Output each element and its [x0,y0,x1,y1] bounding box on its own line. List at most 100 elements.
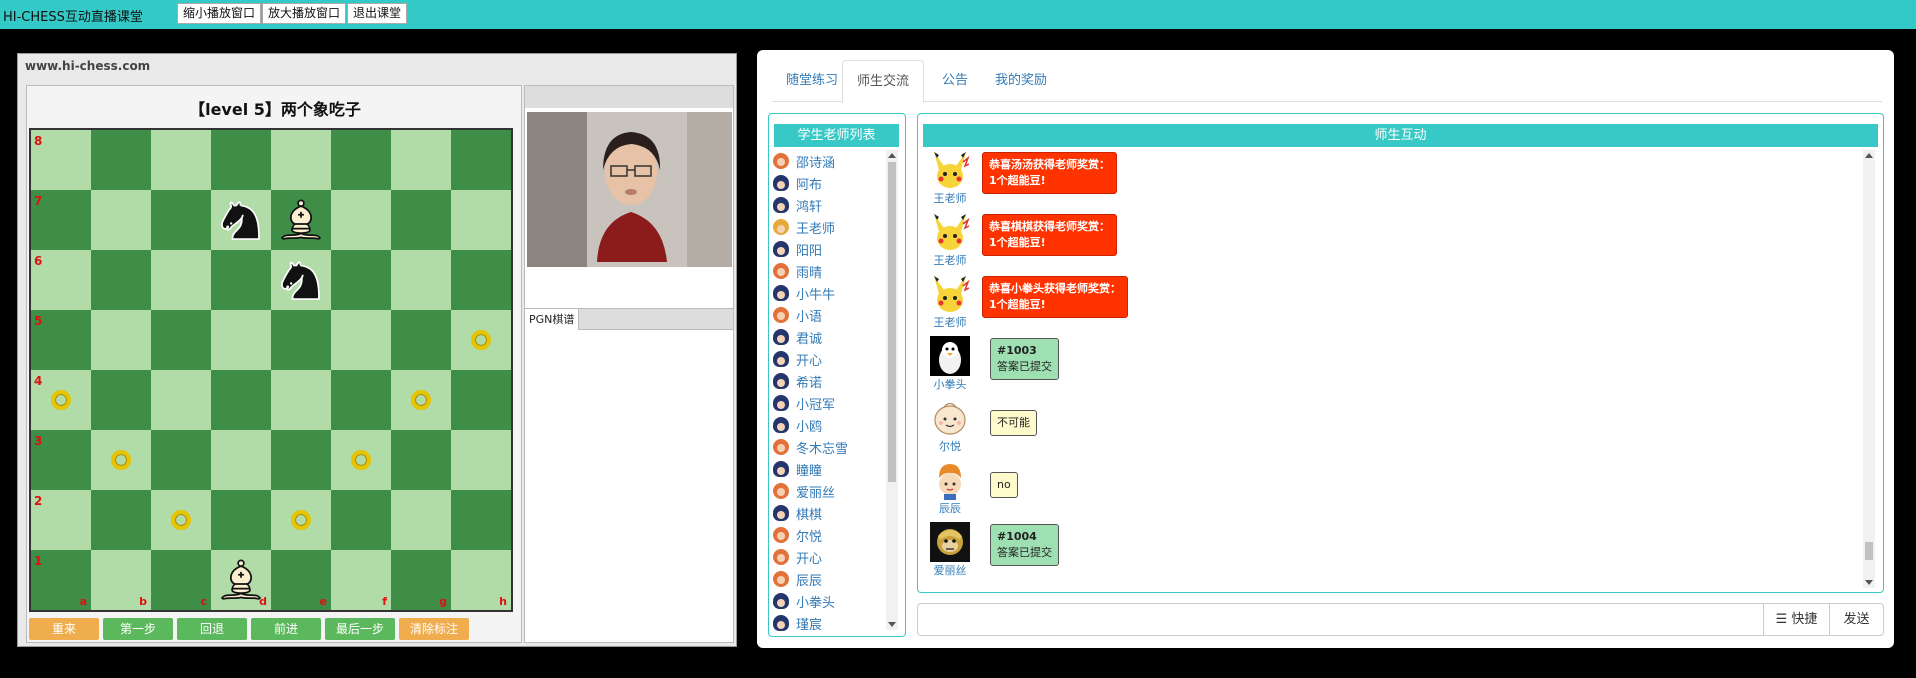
board-square-c7[interactable] [151,190,211,250]
board-square-f7[interactable] [331,190,391,250]
shrink-window-button[interactable]: 缩小播放窗口 [177,3,262,24]
member-list-item[interactable]: 雨晴 [773,260,881,282]
board-square-f8[interactable] [331,130,391,190]
board-square-e5[interactable] [271,310,331,370]
board-square-d4[interactable] [211,370,271,430]
board-square-e8[interactable] [271,130,331,190]
board-square-d3[interactable] [211,430,271,490]
first-move-button[interactable]: 第一步 [103,618,173,640]
chef-avatar-icon[interactable] [930,460,970,500]
target-marker-e2[interactable] [271,490,331,550]
board-square-c5[interactable] [151,310,211,370]
member-list-item[interactable]: 开心 [773,546,881,568]
board-square-f2[interactable] [331,490,391,550]
scrollbar-thumb[interactable] [888,162,896,482]
board-square-h7[interactable] [451,190,511,250]
member-list-item[interactable]: 阳阳 [773,238,881,260]
target-marker-h5[interactable] [451,310,511,370]
message-sender[interactable]: 爱丽丝 [926,562,974,578]
white-bishop-piece[interactable] [211,550,271,610]
scroll-down-icon[interactable] [888,622,896,627]
exit-classroom-button[interactable]: 退出课堂 [347,3,408,24]
member-list-item[interactable]: 冬木忘雪 [773,436,881,458]
quick-reply-button[interactable]: ☰ 快捷 [1763,604,1829,635]
tab-announcements[interactable]: 公告 [928,60,982,102]
member-list-item[interactable]: 瑾宸 [773,612,881,634]
board-square-d2[interactable] [211,490,271,550]
send-button[interactable]: 发送 [1829,604,1883,635]
pikachu-avatar-icon[interactable] [930,212,970,252]
restart-button[interactable]: 重来 [29,618,99,640]
board-square-c1[interactable]: c [151,550,211,610]
board-square-h6[interactable] [451,250,511,310]
member-list-scrollbar[interactable] [886,150,898,630]
member-list-item[interactable]: 瞳瞳 [773,458,881,480]
board-square-g2[interactable] [391,490,451,550]
scroll-down-icon[interactable] [1865,580,1873,585]
board-square-c4[interactable] [151,370,211,430]
board-square-d8[interactable] [211,130,271,190]
board-square-g3[interactable] [391,430,451,490]
board-square-a6[interactable]: 6 [31,250,91,310]
board-square-b1[interactable]: b [91,550,151,610]
board-square-b2[interactable] [91,490,151,550]
member-list-item[interactable]: 开心 [773,348,881,370]
message-sender[interactable]: 王老师 [926,190,974,206]
message-sender[interactable]: 王老师 [926,314,974,330]
tab-pgn[interactable]: PGN棋谱 [525,309,580,330]
board-square-h4[interactable] [451,370,511,430]
member-list-item[interactable]: 小鸥 [773,414,881,436]
last-move-button[interactable]: 最后一步 [325,618,395,640]
board-square-h3[interactable] [451,430,511,490]
target-marker-c2[interactable] [151,490,211,550]
member-list-item[interactable]: 小拳头 [773,590,881,612]
black-knight-piece[interactable] [271,250,331,310]
board-square-d5[interactable] [211,310,271,370]
board-square-g7[interactable] [391,190,451,250]
member-list-item[interactable]: 小牛牛 [773,282,881,304]
chat-scrollbar[interactable] [1863,150,1875,588]
member-list-item[interactable]: 鸿轩 [773,194,881,216]
chat-input[interactable] [918,604,1763,635]
member-list-item[interactable]: 尔悦 [773,524,881,546]
board-square-f6[interactable] [331,250,391,310]
back-button[interactable]: 回退 [177,618,247,640]
board-square-g8[interactable] [391,130,451,190]
member-list-item[interactable]: 王老师 [773,216,881,238]
board-square-d6[interactable] [211,250,271,310]
member-list-item[interactable]: 阿布 [773,172,881,194]
black-knight-piece[interactable] [211,190,271,250]
board-square-h2[interactable] [451,490,511,550]
target-marker-g4[interactable] [391,370,451,430]
board-square-b7[interactable] [91,190,151,250]
member-list-item[interactable]: 辰辰 [773,568,881,590]
tab-teacher-student-chat[interactable]: 师生交流 [842,60,925,103]
member-list-item[interactable]: 爱丽丝 [773,480,881,502]
member-list-item[interactable]: 君诚 [773,326,881,348]
chess-board[interactable]: 87654321abcdefgh [29,128,513,612]
board-square-b4[interactable] [91,370,151,430]
board-square-f4[interactable] [331,370,391,430]
target-marker-a4[interactable] [31,370,91,430]
member-list-item[interactable]: 小语 [773,304,881,326]
penguin-avatar-icon[interactable] [930,336,970,376]
target-marker-b3[interactable] [91,430,151,490]
pikachu-avatar-icon[interactable] [930,150,970,190]
scroll-up-icon[interactable] [888,153,896,158]
forward-button[interactable]: 前进 [251,618,321,640]
scroll-up-icon[interactable] [1865,153,1873,158]
board-square-f1[interactable]: f [331,550,391,610]
board-square-b8[interactable] [91,130,151,190]
board-square-c6[interactable] [151,250,211,310]
board-square-c3[interactable] [151,430,211,490]
white-bishop-piece[interactable] [271,190,331,250]
member-list-item[interactable]: 邵诗涵 [773,150,881,172]
bun-avatar-icon[interactable] [930,398,970,438]
board-square-e3[interactable] [271,430,331,490]
board-square-a3[interactable]: 3 [31,430,91,490]
tab-practice[interactable]: 随堂练习 [772,60,852,102]
board-square-b6[interactable] [91,250,151,310]
message-sender[interactable]: 王老师 [926,252,974,268]
board-square-b5[interactable] [91,310,151,370]
board-square-a5[interactable]: 5 [31,310,91,370]
